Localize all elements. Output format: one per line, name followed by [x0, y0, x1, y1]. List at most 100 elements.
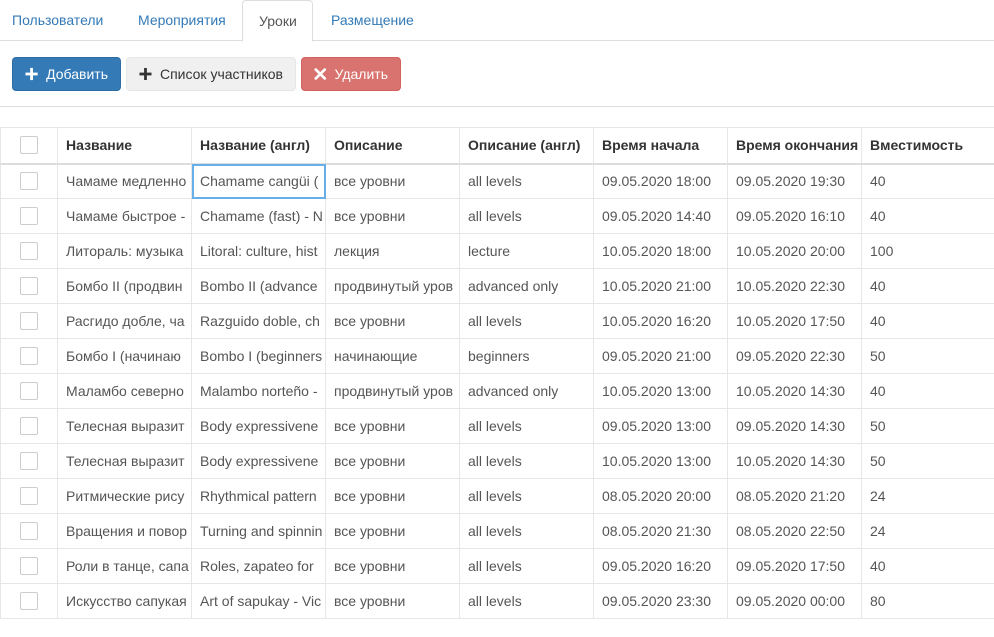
- name-cell[interactable]: Чамаме быстрое -: [57, 198, 192, 234]
- name-en-cell[interactable]: Bombo II (advance: [191, 268, 326, 304]
- tab-events[interactable]: Мероприятия: [126, 0, 238, 41]
- description-cell[interactable]: все уровни: [325, 548, 460, 584]
- table-row[interactable]: Ритмические рису Rhythmical pattern все ур…: [0, 478, 994, 514]
- end-time-cell[interactable]: 10.05.2020 14:30: [727, 373, 862, 409]
- row-checkbox[interactable]: [20, 312, 38, 331]
- end-time-cell[interactable]: 09.05.2020 16:10: [727, 198, 862, 234]
- capacity-cell[interactable]: 40: [861, 268, 994, 304]
- capacity-cell[interactable]: 40: [861, 373, 994, 409]
- description-en-cell[interactable]: all levels: [459, 513, 594, 549]
- row-checkbox[interactable]: [20, 417, 38, 436]
- description-cell[interactable]: все уровни: [325, 443, 460, 479]
- description-en-cell[interactable]: all levels: [459, 548, 594, 584]
- table-row[interactable]: Роли в танце, сапа Roles, zapateo for все …: [0, 548, 994, 584]
- description-cell[interactable]: все уровни: [325, 583, 460, 619]
- capacity-cell[interactable]: 24: [861, 513, 994, 549]
- row-checkbox[interactable]: [20, 452, 38, 471]
- column-header[interactable]: Название: [57, 127, 192, 165]
- start-time-cell[interactable]: 08.05.2020 20:00: [593, 478, 728, 514]
- column-header[interactable]: Название (англ): [191, 127, 326, 165]
- name-cell[interactable]: Ритмические рису: [57, 478, 192, 514]
- name-en-cell[interactable]: Art of sapukay - Vic: [191, 583, 326, 619]
- end-time-cell[interactable]: 10.05.2020 14:30: [727, 443, 862, 479]
- row-checkbox[interactable]: [20, 172, 38, 191]
- column-header[interactable]: Описание: [325, 127, 460, 165]
- description-cell[interactable]: лекция: [325, 233, 460, 269]
- participants-list-button[interactable]: Список участников: [126, 57, 296, 91]
- name-en-cell[interactable]: Body expressivene: [191, 408, 326, 444]
- end-time-cell[interactable]: 10.05.2020 17:50: [727, 303, 862, 339]
- row-checkbox[interactable]: [20, 207, 38, 226]
- row-checkbox[interactable]: [20, 277, 38, 296]
- description-cell[interactable]: все уровни: [325, 303, 460, 339]
- end-time-cell[interactable]: 08.05.2020 22:50: [727, 513, 862, 549]
- start-time-cell[interactable]: 09.05.2020 18:00: [593, 163, 728, 199]
- table-row[interactable]: Чамаме медленно Chamame cangüi (все уровн…: [0, 163, 994, 199]
- name-en-cell[interactable]: Litoral: culture, hist: [191, 233, 326, 269]
- description-en-cell[interactable]: lecture: [459, 233, 594, 269]
- row-checkbox[interactable]: [20, 347, 38, 366]
- delete-button[interactable]: Удалить: [301, 57, 401, 91]
- name-en-cell[interactable]: Razguido doble, ch: [191, 303, 326, 339]
- table-row[interactable]: Искусство сапукая Art of sapukay - Vic все…: [0, 583, 994, 619]
- table-row[interactable]: Бомбо I (начинаю Bombo I (beginners начина…: [0, 338, 994, 374]
- description-en-cell[interactable]: advanced only: [459, 268, 594, 304]
- capacity-cell[interactable]: 40: [861, 163, 994, 199]
- column-header[interactable]: Описание (англ): [459, 127, 594, 165]
- name-en-cell[interactable]: Bombo I (beginners: [191, 338, 326, 374]
- start-time-cell[interactable]: 09.05.2020 14:40: [593, 198, 728, 234]
- row-checkbox[interactable]: [20, 592, 38, 611]
- table-row[interactable]: Литораль: музыка Litoral: culture, hist ле…: [0, 233, 994, 269]
- start-time-cell[interactable]: 08.05.2020 21:30: [593, 513, 728, 549]
- column-header[interactable]: Время начала: [593, 127, 728, 165]
- start-time-cell[interactable]: 09.05.2020 13:00: [593, 408, 728, 444]
- end-time-cell[interactable]: 09.05.2020 19:30: [727, 163, 862, 199]
- description-en-cell[interactable]: all levels: [459, 163, 594, 199]
- start-time-cell[interactable]: 09.05.2020 21:00: [593, 338, 728, 374]
- start-time-cell[interactable]: 10.05.2020 13:00: [593, 373, 728, 409]
- tab-placement[interactable]: Размещение: [319, 0, 426, 41]
- table-row[interactable]: Маламбо северно Malambo norteño - продвину…: [0, 373, 994, 409]
- description-en-cell[interactable]: all levels: [459, 198, 594, 234]
- name-cell[interactable]: Бомбо II (продвин: [57, 268, 192, 304]
- row-checkbox[interactable]: [20, 242, 38, 261]
- name-cell[interactable]: Телесная выразит: [57, 408, 192, 444]
- capacity-cell[interactable]: 50: [861, 338, 994, 374]
- select-all-checkbox[interactable]: [20, 136, 38, 155]
- capacity-cell[interactable]: 24: [861, 478, 994, 514]
- capacity-cell[interactable]: 50: [861, 443, 994, 479]
- capacity-cell[interactable]: 80: [861, 583, 994, 619]
- tab-lessons[interactable]: Уроки: [242, 0, 313, 42]
- capacity-cell[interactable]: 100: [861, 233, 994, 269]
- row-checkbox[interactable]: [20, 557, 38, 576]
- description-cell[interactable]: начинающие: [325, 338, 460, 374]
- table-row[interactable]: Телесная выразит Body expressivene все уро…: [0, 408, 994, 444]
- capacity-cell[interactable]: 40: [861, 548, 994, 584]
- name-en-cell[interactable]: Body expressivene: [191, 443, 326, 479]
- table-row[interactable]: Бомбо II (продвин Bombo II (advance продви…: [0, 268, 994, 304]
- description-en-cell[interactable]: all levels: [459, 583, 594, 619]
- description-cell[interactable]: все уровни: [325, 478, 460, 514]
- end-time-cell[interactable]: 10.05.2020 20:00: [727, 233, 862, 269]
- row-checkbox[interactable]: [20, 382, 38, 401]
- description-cell[interactable]: продвинутый уров: [325, 373, 460, 409]
- description-en-cell[interactable]: all levels: [459, 408, 594, 444]
- start-time-cell[interactable]: 09.05.2020 16:20: [593, 548, 728, 584]
- column-header[interactable]: Время окончания: [727, 127, 862, 165]
- end-time-cell[interactable]: 09.05.2020 17:50: [727, 548, 862, 584]
- table-row[interactable]: Расгидо добле, ча Razguido doble, ch все у…: [0, 303, 994, 339]
- capacity-cell[interactable]: 50: [861, 408, 994, 444]
- start-time-cell[interactable]: 10.05.2020 21:00: [593, 268, 728, 304]
- name-en-cell[interactable]: Chamame cangüi (: [191, 163, 326, 199]
- name-en-cell[interactable]: Rhythmical pattern: [191, 478, 326, 514]
- description-cell[interactable]: все уровни: [325, 198, 460, 234]
- capacity-cell[interactable]: 40: [861, 303, 994, 339]
- name-cell[interactable]: Роли в танце, сапа: [57, 548, 192, 584]
- name-cell[interactable]: Маламбо северно: [57, 373, 192, 409]
- capacity-cell[interactable]: 40: [861, 198, 994, 234]
- description-en-cell[interactable]: beginners: [459, 338, 594, 374]
- description-en-cell[interactable]: all levels: [459, 303, 594, 339]
- tab-users[interactable]: Пользователи: [0, 0, 115, 41]
- name-cell[interactable]: Телесная выразит: [57, 443, 192, 479]
- description-cell[interactable]: все уровни: [325, 163, 460, 199]
